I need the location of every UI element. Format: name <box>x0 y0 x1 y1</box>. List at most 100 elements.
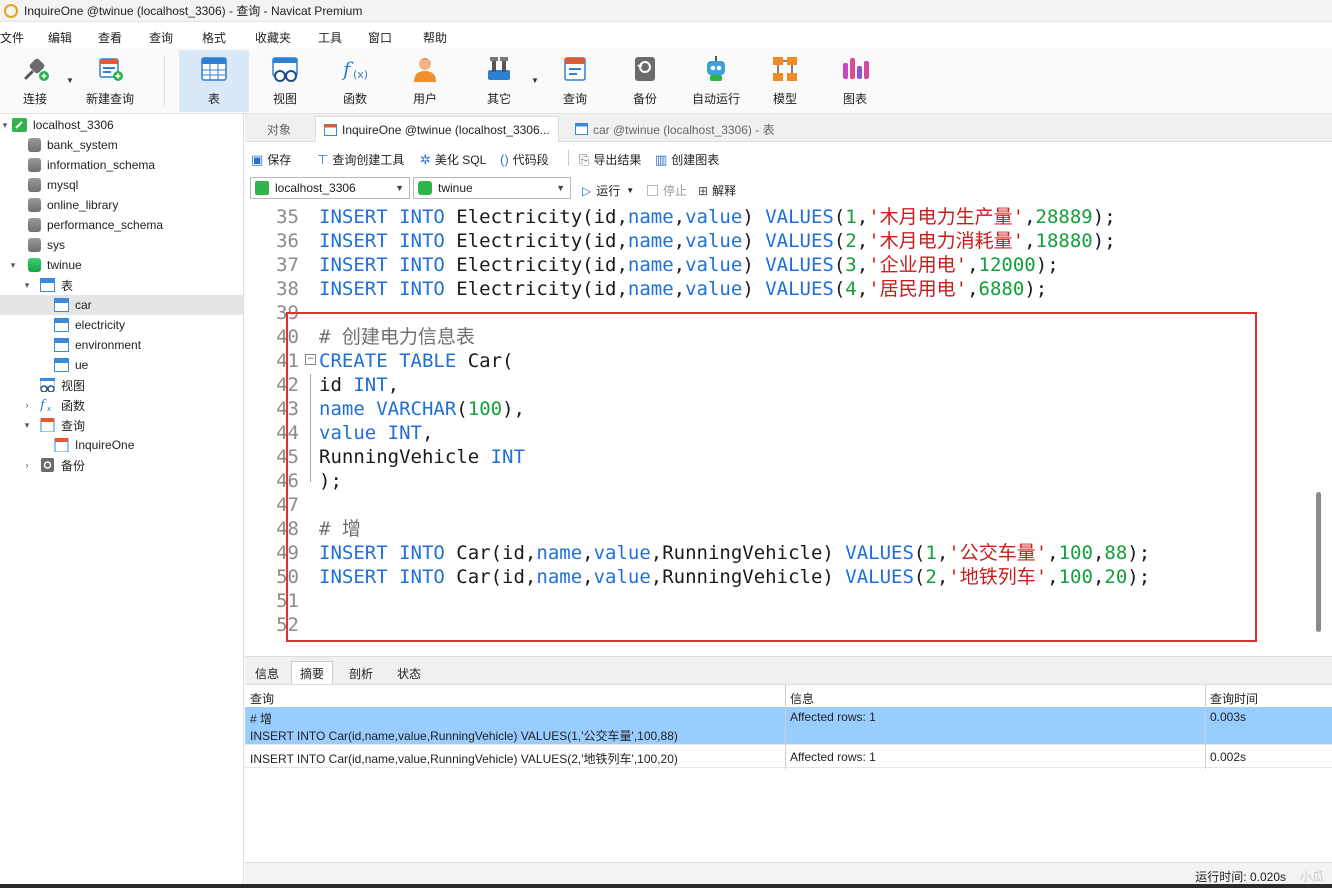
code-line[interactable]: 49 INSERT INTO Car(id,name,value,RunningV… <box>245 541 1305 565</box>
code-line[interactable]: 50 INSERT INTO Car(id,name,value,RunningV… <box>245 565 1305 589</box>
code-line[interactable]: 36 INSERT INTO Electricity(id,name,value)… <box>245 229 1305 253</box>
chart-button[interactable]: 图表 <box>830 50 880 112</box>
expand-chevron-icon[interactable]: › <box>22 460 32 470</box>
table-row[interactable]: # 增 INSERT INTO Car(id,name,value,Runnin… <box>245 707 1332 745</box>
code-line[interactable]: 52 <box>245 613 1305 637</box>
scrollbar-thumb[interactable] <box>1316 492 1321 632</box>
code-line[interactable]: 37 INSERT INTO Electricity(id,name,value)… <box>245 253 1305 277</box>
tab-info[interactable]: 信息 <box>247 661 287 685</box>
run-button[interactable]: ▷ 运行 ▼ <box>582 182 634 199</box>
collapse-chevron-icon[interactable]: ▾ <box>22 420 32 431</box>
other-button[interactable]: 其它 <box>474 50 524 112</box>
query-icon <box>40 417 55 433</box>
menu-tools[interactable]: 工具 <box>318 29 342 46</box>
other-dropdown-caret-icon[interactable]: ▼ <box>531 76 539 85</box>
database-select[interactable]: twinue ▼ <box>413 177 571 199</box>
chevron-down-icon[interactable]: ▼ <box>626 186 634 195</box>
code-line[interactable]: 46); <box>245 469 1305 493</box>
tab-objects[interactable]: 对象 <box>259 116 299 142</box>
tab-query[interactable]: InquireOne @twinue (localhost_3306... <box>315 116 559 142</box>
export-results-button[interactable]: ⎘ 导出结果 <box>579 151 641 168</box>
code-line[interactable]: 39 <box>245 301 1305 325</box>
connect-dropdown-caret-icon[interactable]: ▼ <box>66 76 74 85</box>
expand-chevron-icon[interactable]: › <box>22 400 32 410</box>
tree-views-group[interactable]: 视图 <box>0 375 243 395</box>
tab-status[interactable]: 状态 <box>389 661 429 685</box>
code-line[interactable]: 48 # 增 <box>245 517 1305 541</box>
tab-table[interactable]: car @twinue (localhost_3306) - 表 <box>567 116 783 142</box>
menu-query[interactable]: 查询 <box>149 29 173 46</box>
user-button[interactable]: 用户 <box>400 50 450 112</box>
collapse-chevron-icon[interactable]: ▾ <box>8 260 18 271</box>
tree-db-information-schema[interactable]: information_schema <box>0 155 243 175</box>
column-header-info[interactable]: 信息 <box>790 690 814 707</box>
menu-view[interactable]: 查看 <box>98 29 122 46</box>
tree-table-ue[interactable]: ue <box>0 355 243 375</box>
fold-toggle-icon[interactable]: − <box>305 354 316 365</box>
menu-format[interactable]: 格式 <box>202 29 226 46</box>
code-snippet-button[interactable]: () 代码段 <box>500 151 549 168</box>
code-line[interactable]: 44 value INT, <box>245 421 1305 445</box>
view-button[interactable]: 视图 <box>260 50 310 112</box>
menu-edit[interactable]: 编辑 <box>48 29 72 46</box>
collapse-chevron-icon[interactable]: ▾ <box>22 280 32 291</box>
tree-db-sys[interactable]: sys <box>0 235 243 255</box>
menu-help[interactable]: 帮助 <box>423 29 447 46</box>
model-button[interactable]: 模型 <box>760 50 810 112</box>
save-button[interactable]: ▣ 保存 <box>251 151 291 168</box>
user-icon <box>410 54 440 84</box>
code-line[interactable]: 47 <box>245 493 1305 517</box>
tree-queries-group[interactable]: ▾ 查询 <box>0 415 243 435</box>
column-header-query[interactable]: 查询 <box>250 690 274 707</box>
model-icon <box>770 54 800 84</box>
connection-select[interactable]: localhost_3306 ▼ <box>250 177 410 199</box>
tree-db-performance-schema[interactable]: performance_schema <box>0 215 243 235</box>
tree-table-electricity[interactable]: electricity <box>0 315 243 335</box>
query-builder-button[interactable]: ⊤ 查询创建工具 <box>317 151 404 168</box>
menu-file[interactable]: 文件 <box>0 29 24 46</box>
column-divider[interactable] <box>785 685 786 769</box>
tree-connection[interactable]: ▾ localhost_3306 <box>0 115 243 135</box>
sql-editor[interactable]: 35 INSERT INTO Electricity(id,name,value)… <box>245 204 1332 652</box>
column-divider[interactable] <box>1205 685 1206 769</box>
code-line[interactable]: 51 <box>245 589 1305 613</box>
tree-query-inquireone[interactable]: InquireOne <box>0 435 243 455</box>
connect-button[interactable]: 连接 <box>8 50 62 112</box>
code-line[interactable]: 38 INSERT INTO Electricity(id,name,value)… <box>245 277 1305 301</box>
tab-profile[interactable]: 剖析 <box>341 661 381 685</box>
tree-functions-group[interactable]: › fx 函数 <box>0 395 243 415</box>
tree-db-bank-system[interactable]: bank_system <box>0 135 243 155</box>
code-line[interactable]: 40 # 创建电力信息表 <box>245 325 1305 349</box>
table-button[interactable]: 表 <box>179 50 249 112</box>
collapse-chevron-icon[interactable]: ▾ <box>0 120 10 131</box>
tree-db-mysql[interactable]: mysql <box>0 175 243 195</box>
tree-table-car[interactable]: car <box>0 295 243 315</box>
new-query-button[interactable]: 新建查询 <box>82 50 138 112</box>
tab-table-label: car @twinue (localhost_3306) - 表 <box>593 122 775 137</box>
menu-favorites[interactable]: 收藏夹 <box>255 29 291 46</box>
editor-vertical-scrollbar[interactable] <box>1306 204 1332 652</box>
beautify-sql-button[interactable]: ✲ 美化 SQL <box>420 151 486 168</box>
code-line[interactable]: 41 CREATE TABLE Car(− <box>245 349 1305 373</box>
connection-label: localhost_3306 <box>33 118 114 132</box>
tab-summary[interactable]: 摘要 <box>291 661 334 685</box>
create-chart-button[interactable]: ▥ 创建图表 <box>655 151 719 168</box>
menu-window[interactable]: 窗口 <box>368 29 392 46</box>
automation-button[interactable]: 自动运行 <box>686 50 746 112</box>
tree-db-twinue[interactable]: ▾ twinue <box>0 255 243 275</box>
tree-tables-group[interactable]: ▾ 表 <box>0 275 243 295</box>
explain-button[interactable]: ⊞ 解释 <box>698 182 736 199</box>
code-line[interactable]: 43 name VARCHAR(100), <box>245 397 1305 421</box>
query-button[interactable]: 查询 <box>550 50 600 112</box>
backup-button[interactable]: 备份 <box>620 50 670 112</box>
stop-button[interactable]: 停止 <box>647 182 687 199</box>
code-line[interactable]: 45 RunningVehicle INT <box>245 445 1305 469</box>
tree-db-online-library[interactable]: online_library <box>0 195 243 215</box>
code-line[interactable]: 42 id INT, <box>245 373 1305 397</box>
function-button[interactable]: f (x) 函数 <box>330 50 380 112</box>
column-header-time[interactable]: 查询时间 <box>1210 690 1258 707</box>
code-line[interactable]: 35 INSERT INTO Electricity(id,name,value)… <box>245 205 1305 229</box>
tree-backup-group[interactable]: › 备份 <box>0 455 243 475</box>
tree-table-environment[interactable]: environment <box>0 335 243 355</box>
table-row[interactable]: INSERT INTO Car(id,name,value,RunningVeh… <box>245 746 1332 768</box>
